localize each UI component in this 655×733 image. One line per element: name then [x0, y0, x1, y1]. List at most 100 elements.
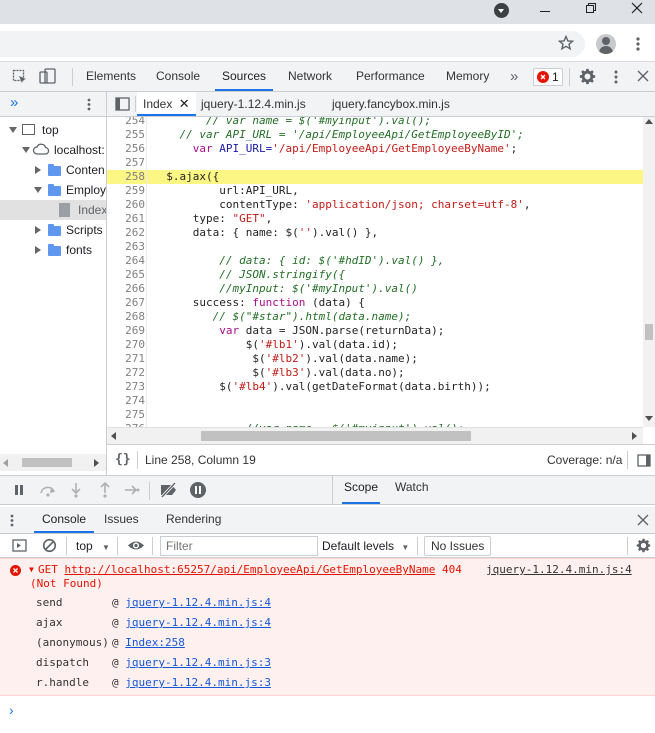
navigator-menu-icon[interactable]: [87, 98, 91, 111]
line-number[interactable]: 272: [107, 366, 145, 380]
device-toolbar-icon[interactable]: [39, 68, 57, 85]
tab-scope[interactable]: Scope: [342, 476, 381, 504]
code-line[interactable]: 261 type: "GET",: [107, 212, 643, 226]
code-line[interactable]: 264 // data: { id: $('#hdID').val() },: [107, 254, 643, 268]
devtools-menu-icon[interactable]: [614, 70, 618, 84]
context-selector[interactable]: top ▼: [76, 538, 110, 554]
request-url-link[interactable]: http://localhost:65257/api/EmployeeApi/G…: [65, 563, 436, 576]
line-number[interactable]: 271: [107, 352, 145, 366]
code-line[interactable]: 254 // var name = $('#myinput').val();: [107, 117, 643, 128]
close-devtools-icon[interactable]: [637, 70, 649, 82]
pretty-print-icon[interactable]: {}: [115, 452, 131, 467]
close-window-icon[interactable]: [630, 1, 644, 15]
close-drawer-icon[interactable]: [637, 514, 649, 526]
pause-on-exceptions-icon[interactable]: [190, 482, 206, 498]
code-line[interactable]: 259 url:API_URL,: [107, 184, 643, 198]
log-levels-dropdown[interactable]: Default levels ▼: [322, 538, 409, 554]
code-line[interactable]: 257: [107, 156, 643, 170]
scroll-right-icon[interactable]: [632, 432, 637, 440]
tab-rendering[interactable]: Rendering: [166, 507, 221, 533]
stack-location-link[interactable]: jquery-1.12.4.min.js:3: [125, 676, 271, 689]
code-line[interactable]: 262 data: { name: $('').val() },: [107, 226, 643, 240]
code-line[interactable]: 273 $('#lb4').val(getDateFormat(data.bir…: [107, 380, 643, 394]
console-settings-gear-icon[interactable]: [636, 538, 651, 553]
line-number[interactable]: 260: [107, 198, 145, 212]
code-line[interactable]: 258 $.ajax({: [107, 170, 643, 184]
line-number[interactable]: 258: [107, 170, 145, 184]
line-number[interactable]: 273: [107, 380, 145, 394]
stack-location-link[interactable]: jquery-1.12.4.min.js:4: [125, 616, 271, 629]
code-line[interactable]: 268 // $("#star").html(data.name);: [107, 310, 643, 324]
editor-tab-index[interactable]: Index ✕: [137, 92, 196, 116]
pause-icon[interactable]: [14, 484, 24, 496]
step-into-icon[interactable]: [70, 482, 82, 498]
stack-location-link[interactable]: jquery-1.12.4.min.js:3: [125, 656, 271, 669]
code-line[interactable]: 271 $('#lb2').val(data.name);: [107, 352, 643, 366]
tree-item-top[interactable]: top: [0, 120, 106, 140]
more-navigator-tabs-icon[interactable]: »: [10, 94, 18, 111]
expand-error-icon[interactable]: ▼: [29, 565, 34, 574]
close-tab-icon[interactable]: ✕: [179, 96, 190, 111]
omnibox[interactable]: [0, 31, 585, 57]
line-number[interactable]: 274: [107, 394, 145, 408]
code-line[interactable]: 256 var API_URL='/api/EmployeeApi/GetEmp…: [107, 142, 643, 156]
stack-location-link[interactable]: jquery-1.12.4.min.js:4: [125, 596, 271, 609]
toggle-debugger-sidebar-icon[interactable]: [637, 454, 651, 467]
settings-gear-icon[interactable]: [579, 68, 596, 85]
scroll-thumb[interactable]: [22, 458, 72, 467]
tree-item-content[interactable]: Conten: [0, 160, 106, 180]
tab-performance[interactable]: Performance: [356, 62, 425, 91]
coverage-status[interactable]: Coverage: n/a: [547, 453, 622, 467]
tree-item-scripts[interactable]: Scripts: [0, 220, 106, 240]
tree-item-fonts[interactable]: fonts: [0, 240, 106, 260]
code-line[interactable]: 274: [107, 394, 643, 408]
stack-location-link[interactable]: Index:258: [125, 636, 185, 649]
tree-item-employee[interactable]: Employ: [0, 180, 106, 200]
line-number[interactable]: 261: [107, 212, 145, 226]
profile-avatar-icon[interactable]: [596, 34, 616, 54]
code-line[interactable]: 272 $('#lb3').val(data.no);: [107, 366, 643, 380]
code-line[interactable]: 270 $('#lb1').val(data.id);: [107, 338, 643, 352]
console-filter-input[interactable]: [160, 536, 318, 556]
line-number[interactable]: 269: [107, 324, 145, 338]
code-line[interactable]: 263: [107, 240, 643, 254]
code-line[interactable]: 269 var data = JSON.parse(returnData);: [107, 324, 643, 338]
tree-item-index[interactable]: Index: [0, 200, 106, 220]
minimize-icon[interactable]: [540, 11, 550, 12]
editor-hscrollbar[interactable]: [107, 427, 643, 444]
code-line[interactable]: 275: [107, 408, 643, 422]
scroll-up-icon[interactable]: [645, 119, 653, 124]
line-number[interactable]: 266: [107, 282, 145, 296]
tab-issues[interactable]: Issues: [104, 507, 139, 533]
line-number[interactable]: 257: [107, 156, 145, 170]
code-line[interactable]: 267 success: function (data) {: [107, 296, 643, 310]
tab-elements[interactable]: Elements: [86, 62, 136, 91]
line-number[interactable]: 255: [107, 128, 145, 142]
tab-network[interactable]: Network: [288, 62, 332, 91]
bookmark-star-icon[interactable]: [558, 35, 574, 51]
tree-item-localhost[interactable]: localhost:: [0, 140, 106, 160]
console-prompt[interactable]: ›: [0, 697, 655, 733]
code-editor[interactable]: 254 // var name = $('#myinput').val(); 25…: [107, 117, 643, 427]
show-sidebar-icon[interactable]: [12, 539, 27, 552]
line-number[interactable]: 265: [107, 268, 145, 282]
line-number[interactable]: 259: [107, 184, 145, 198]
step-icon[interactable]: [124, 484, 140, 496]
line-number[interactable]: 264: [107, 254, 145, 268]
editor-tab-fancybox[interactable]: jquery.fancybox.min.js: [332, 92, 450, 116]
live-expression-eye-icon[interactable]: [127, 539, 145, 552]
error-source-link[interactable]: jquery-1.12.4.min.js:4: [486, 563, 632, 577]
line-number[interactable]: 263: [107, 240, 145, 254]
code-line[interactable]: 260 contentType: 'application/json; char…: [107, 198, 643, 212]
scroll-left-icon[interactable]: [3, 459, 8, 467]
line-number[interactable]: 262: [107, 226, 145, 240]
line-number[interactable]: 267: [107, 296, 145, 310]
scroll-down-icon[interactable]: [645, 416, 653, 421]
navigator-hscrollbar[interactable]: [0, 454, 106, 471]
inspect-element-icon[interactable]: [12, 69, 28, 85]
scroll-thumb[interactable]: [645, 324, 653, 340]
code-line[interactable]: 266 //myInput: $('#myInput').val(): [107, 282, 643, 296]
browser-menu-icon[interactable]: [636, 37, 640, 51]
drawer-menu-icon[interactable]: [10, 514, 14, 527]
tab-watch[interactable]: Watch: [395, 476, 429, 504]
